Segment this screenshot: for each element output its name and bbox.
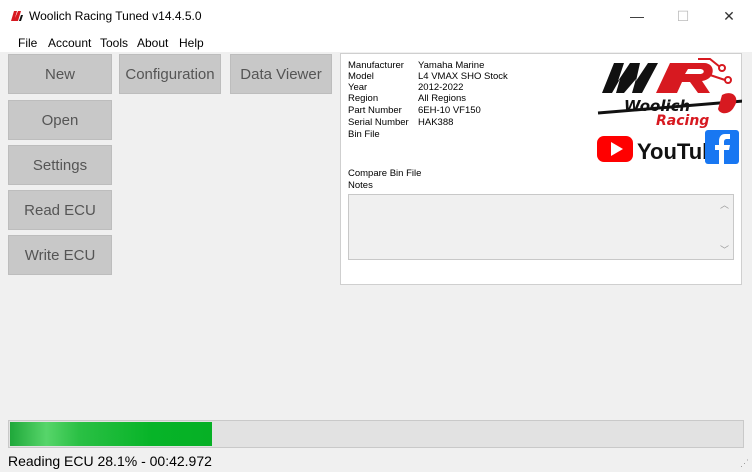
data-viewer-button-label: Data Viewer (240, 65, 322, 83)
info-value: 2012-2022 (418, 82, 464, 93)
maximize-icon[interactable]: ☐ (660, 0, 706, 32)
svg-text:Racing: Racing (656, 113, 709, 129)
menu-account[interactable]: Account (48, 36, 91, 50)
info-key: Serial Number (348, 117, 409, 128)
read-ecu-button[interactable]: Read ECU (8, 190, 112, 230)
settings-button[interactable]: Settings (8, 145, 112, 185)
write-ecu-button-label: Write ECU (24, 246, 96, 264)
bin-info-panel: Manufacturer Yamaha Marine Model L4 VMAX… (340, 53, 742, 285)
info-value: 6EH-10 VF150 (418, 105, 481, 116)
facebook-logo[interactable] (705, 130, 739, 164)
info-key: Year (348, 82, 368, 93)
progress-bar (8, 420, 744, 448)
woolich-racing-logo: Woolich Racing (597, 58, 742, 129)
info-key: Part Number (348, 105, 402, 116)
info-value: HAK388 (418, 117, 454, 128)
info-key: Region (348, 93, 379, 104)
info-key: Bin File (348, 129, 380, 140)
minimize-icon[interactable]: — (614, 0, 660, 32)
new-button[interactable]: New (8, 54, 112, 94)
info-value: All Regions (418, 93, 467, 104)
title-bar: Woolich Racing Tuned v14.4.5.0 — ☐ ✕ (0, 0, 752, 32)
app-logo-icon (11, 11, 23, 21)
progress-fill (10, 422, 212, 446)
scroll-down-icon[interactable]: ﹀ (720, 243, 729, 256)
menu-about[interactable]: About (137, 36, 168, 50)
resize-grip-icon[interactable]: ⋰ (740, 458, 749, 469)
info-value: Yamaha Marine (418, 60, 485, 71)
menu-bar: File Account Tools About Help (0, 32, 752, 52)
scroll-up-icon[interactable]: ︿ (720, 198, 729, 211)
info-key: Model (348, 71, 374, 82)
info-key: Manufacturer (348, 60, 404, 71)
settings-button-label: Settings (32, 156, 88, 174)
write-ecu-button[interactable]: Write ECU (8, 235, 112, 275)
new-button-label: New (44, 65, 75, 83)
menu-tools[interactable]: Tools (100, 36, 128, 50)
compare-bin-label: Compare Bin File (348, 168, 422, 179)
window-title: Woolich Racing Tuned v14.4.5.0 (29, 9, 202, 23)
info-value: L4 VMAX SHO Stock (418, 71, 508, 82)
close-icon[interactable]: ✕ (706, 0, 752, 32)
data-viewer-button[interactable]: Data Viewer (230, 54, 332, 94)
open-button[interactable]: Open (8, 100, 112, 140)
configuration-button-label: Configuration (125, 65, 215, 83)
status-text: Reading ECU 28.1% - 00:42.972 (8, 453, 212, 469)
notes-label: Notes (348, 180, 373, 191)
configuration-button[interactable]: Configuration (119, 54, 221, 94)
open-button-label: Open (41, 111, 79, 129)
read-ecu-button-label: Read ECU (24, 201, 96, 219)
menu-file[interactable]: File (18, 36, 37, 50)
menu-help[interactable]: Help (179, 36, 204, 50)
notes-textarea[interactable]: ︿ ﹀ (348, 194, 734, 260)
status-bar: Reading ECU 28.1% - 00:42.972 ⋰ (0, 450, 752, 472)
